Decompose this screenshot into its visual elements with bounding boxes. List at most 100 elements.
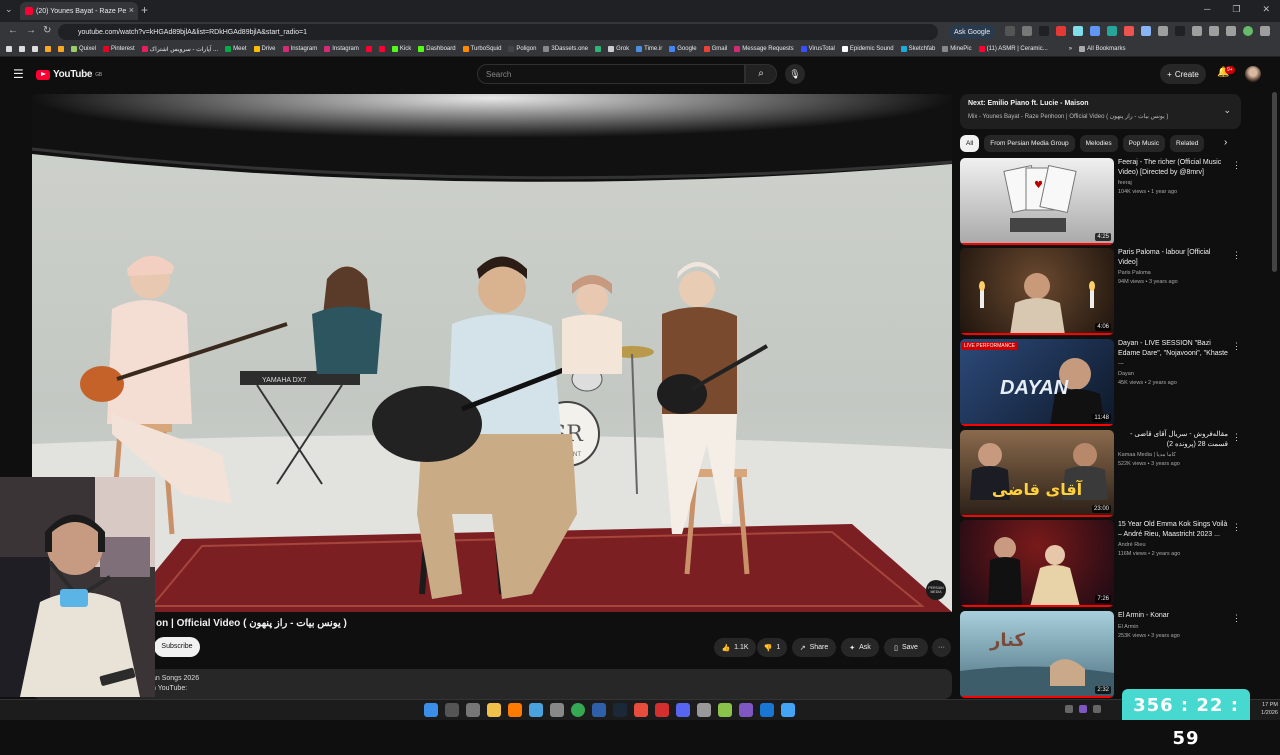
bookmark-item[interactable] xyxy=(32,46,38,52)
bookmark-item[interactable] xyxy=(595,46,602,52)
all-bookmarks-folder[interactable]: All Bookmarks xyxy=(1079,46,1125,52)
up-next-panel[interactable]: Next: Emilio Piano ft. Lucie - Maison Mi… xyxy=(960,94,1241,129)
sidepanel-icon[interactable] xyxy=(1192,26,1202,36)
recommendation-card[interactable]: DAYAN LIVE PERFORMANCE 11:48 Dayan - LIV… xyxy=(960,339,1241,427)
bookmark-item[interactable]: Quixel xyxy=(71,46,96,52)
extension-icon[interactable] xyxy=(1124,26,1134,36)
bookmark-item[interactable]: Pinterest xyxy=(103,46,135,52)
discord-icon[interactable] xyxy=(676,703,690,717)
share-button[interactable]: ↗ Share xyxy=(792,638,836,657)
bookmark-item[interactable] xyxy=(58,46,64,52)
recommendation-card[interactable]: کنار 2:32 El Armin - Konar El Armin 253K… xyxy=(960,611,1241,699)
bookmark-item[interactable]: Poligon xyxy=(508,46,536,52)
close-tab-icon[interactable]: × xyxy=(129,5,134,15)
recommendation-card[interactable]: آقای قاضی 23:00 مقاله‌فروش - سریال آقای … xyxy=(960,430,1241,518)
maximize-icon[interactable]: ❐ xyxy=(1232,4,1240,15)
extension-icon[interactable] xyxy=(1090,26,1100,36)
search-input[interactable]: Search xyxy=(477,64,745,84)
reload-icon[interactable]: ↻ xyxy=(43,25,51,36)
subscribe-button[interactable]: Subscribe xyxy=(154,637,200,657)
card-title[interactable]: Paris Paloma - labour [Official Video] xyxy=(1118,248,1228,267)
card-title[interactable]: 15 Year Old Emma Kok Sings Voilà – André… xyxy=(1118,520,1228,539)
more-actions-button[interactable]: ··· xyxy=(932,638,951,657)
card-title[interactable]: Feeraj - The richer (Official Music Vide… xyxy=(1118,158,1228,177)
bookmark-item[interactable]: آپارات - سرویس اشتراک ... xyxy=(141,46,218,53)
bookmark-item[interactable]: Dashboard xyxy=(418,46,456,52)
minimize-icon[interactable]: ─ xyxy=(1204,4,1210,15)
bookmark-item[interactable]: Gmail xyxy=(703,46,727,52)
chip-from-persian-media-group[interactable]: From Persian Media Group xyxy=(984,135,1075,152)
bookmark-item[interactable]: Instagram xyxy=(282,46,317,52)
card-channel[interactable]: André Rieu xyxy=(1118,542,1228,548)
page-scrollbar[interactable] xyxy=(1272,92,1277,272)
channel-watermark[interactable]: PERSIAN MEDIA xyxy=(926,580,946,600)
forward-icon[interactable]: → xyxy=(26,25,36,36)
chip-pop-music[interactable]: Pop Music xyxy=(1122,135,1165,152)
bookmark-item[interactable] xyxy=(19,46,25,52)
tray-icon[interactable] xyxy=(1079,705,1087,713)
video-player[interactable]: SR SAZRENT YAMAHA DX7 xyxy=(32,94,952,612)
youtube-logo[interactable]: YouTube GB xyxy=(36,69,102,80)
more-vertical-icon[interactable]: ⋮ xyxy=(1232,613,1241,624)
like-button[interactable]: 👍 1.1K xyxy=(714,638,756,657)
avatar[interactable] xyxy=(1245,66,1261,82)
extension-icon[interactable] xyxy=(1141,26,1151,36)
bookmark-item[interactable] xyxy=(45,46,51,52)
bookmark-item[interactable]: Time.ir xyxy=(636,46,662,52)
dislike-button[interactable]: 👎 1 xyxy=(757,638,787,657)
video-thumbnail[interactable]: DAYAN LIVE PERFORMANCE 11:48 xyxy=(960,339,1114,426)
app-icon[interactable] xyxy=(781,703,795,717)
bookmark-item[interactable]: Message Requests xyxy=(734,46,794,52)
card-title[interactable]: Dayan - LIVE SESSION "Bazi Edame Dare", … xyxy=(1118,339,1228,368)
app-icon[interactable] xyxy=(718,703,732,717)
card-title[interactable]: El Armin - Konar xyxy=(1118,611,1228,621)
more-vertical-icon[interactable]: ⋮ xyxy=(1232,341,1241,352)
voice-search-button[interactable]: 🎙 xyxy=(785,64,805,84)
chip-all[interactable]: All xyxy=(960,135,980,152)
create-button[interactable]: + Create xyxy=(1160,64,1206,84)
address-bar[interactable]: youtube.com/watch?v=kHGAd89bjlA&list=RDk… xyxy=(58,24,938,40)
bookmark-item[interactable]: MinePic xyxy=(942,46,972,52)
bookmark-item[interactable]: Drive xyxy=(253,46,276,52)
card-channel[interactable]: Dayan xyxy=(1118,371,1228,377)
task-view-icon[interactable] xyxy=(466,703,480,717)
bookmark-item[interactable] xyxy=(365,46,372,52)
bookmark-item[interactable]: Sketchfab xyxy=(900,46,935,52)
settings-icon[interactable] xyxy=(550,703,564,717)
app-icon[interactable] xyxy=(739,703,753,717)
file-explorer-icon[interactable] xyxy=(487,703,501,717)
card-channel[interactable]: feeraj xyxy=(1118,180,1228,186)
chevron-right-icon[interactable]: › xyxy=(1224,137,1227,148)
profile-icon[interactable] xyxy=(1243,26,1253,36)
app-icon[interactable] xyxy=(529,703,543,717)
menu-dots-icon[interactable] xyxy=(1260,26,1270,36)
extension-icon[interactable] xyxy=(1107,26,1117,36)
card-channel[interactable]: Kamaa Media | کاما مدیا xyxy=(1118,452,1228,458)
card-title[interactable]: مقاله‌فروش - سریال آقای قاضی - قسمت 28 (… xyxy=(1118,430,1228,449)
tray-icon[interactable] xyxy=(1065,705,1073,713)
search-button[interactable]: ⌕ xyxy=(745,64,777,84)
search-taskbar-icon[interactable] xyxy=(445,703,459,717)
start-icon[interactable] xyxy=(424,703,438,717)
chip-related[interactable]: Related xyxy=(1170,135,1205,152)
more-vertical-icon[interactable]: ⋮ xyxy=(1232,432,1241,443)
card-channel[interactable]: El Armin xyxy=(1118,624,1228,630)
save-button[interactable]: ▯ Save xyxy=(884,638,928,657)
hamburger-menu-icon[interactable]: ☰ xyxy=(13,67,24,81)
video-description[interactable]: an Songs 2026 n YouTube: xyxy=(32,669,952,699)
app-icon[interactable] xyxy=(697,703,711,717)
bookmark-item[interactable] xyxy=(378,46,385,52)
taskbar-clock[interactable]: 17 PM 1/2026 xyxy=(1252,701,1278,717)
bookmark-item[interactable]: Kick xyxy=(391,46,411,52)
recommendation-card[interactable]: 4:06 Paris Paloma - labour [Official Vid… xyxy=(960,248,1241,336)
bookmark-item[interactable]: Instagram xyxy=(324,46,359,52)
bookmark-item[interactable]: TurboSquid xyxy=(462,46,501,52)
video-thumbnail[interactable]: 4:06 xyxy=(960,248,1114,335)
more-vertical-icon[interactable]: ⋮ xyxy=(1232,522,1241,533)
ask-google-button[interactable]: Ask Google xyxy=(949,25,996,39)
bookmark-item[interactable]: VirusTotal xyxy=(800,46,835,52)
bookmark-item[interactable]: Grok xyxy=(608,46,629,52)
browser-tab-active[interactable]: (20) Younes Bayat - Raze Pe × xyxy=(20,2,138,20)
video-thumbnail[interactable]: آقای قاضی 23:00 xyxy=(960,430,1114,517)
bookmark-item[interactable]: (11) ASMR | Ceramic... xyxy=(978,46,1048,52)
